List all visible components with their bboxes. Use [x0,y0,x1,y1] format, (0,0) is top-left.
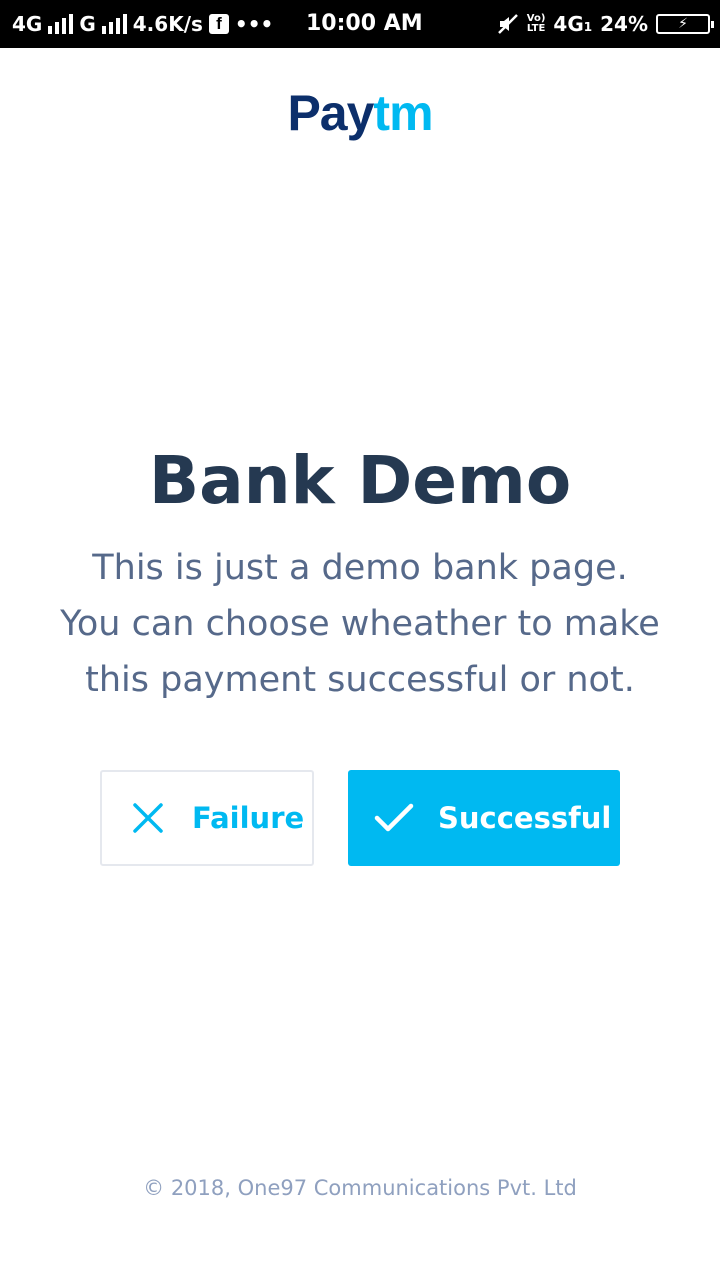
mute-icon [497,14,518,34]
network-type-1: 4G [12,12,43,36]
network-type-3: 4G1 [553,12,592,36]
failure-button[interactable]: Failure [100,770,314,866]
battery-percent: 24% [600,12,648,36]
battery-icon: ⚡ [656,14,714,34]
logo-part-pay: Pay [287,85,374,141]
volte-bottom: LTE [526,23,546,34]
page-title: Bank Demo [148,442,572,519]
description-line: You can choose wheather to make [60,604,660,644]
logo-part-tm: tm [373,85,433,141]
successful-button[interactable]: Successful [348,770,620,866]
status-left: 4G G 4.6K/s f ••• [12,0,273,48]
volte-icon: Vo) LTE [527,14,546,34]
successful-button-label: Successful [438,801,612,835]
status-bar: 4G G 4.6K/s f ••• 10:00 AM Vo) LTE 4G1 2… [0,0,720,48]
status-right: Vo) LTE 4G1 24% ⚡ [497,0,714,48]
charging-icon: ⚡ [678,16,688,32]
signal-icon-2 [101,14,127,34]
network-type-2: G [79,12,96,36]
description-line: This is just a demo bank page. [92,548,628,588]
paytm-logo: Paytm [0,84,720,142]
check-icon [374,798,414,838]
description-line: this payment successful or not. [85,660,635,700]
sim-index: 1 [583,20,593,34]
close-icon [128,798,168,838]
signal-icon [48,14,74,34]
failure-button-label: Failure [192,801,305,835]
page-description: This is just a demo bank page. You can c… [0,540,720,708]
more-notifications-icon: ••• [234,12,274,36]
network-speed: 4.6K/s [132,12,203,36]
facebook-icon: f [208,14,229,34]
status-time: 10:00 AM [306,11,423,36]
copyright-footer: © 2018, One97 Communications Pvt. Ltd [143,1176,577,1200]
network-type-3-label: 4G [553,12,584,36]
